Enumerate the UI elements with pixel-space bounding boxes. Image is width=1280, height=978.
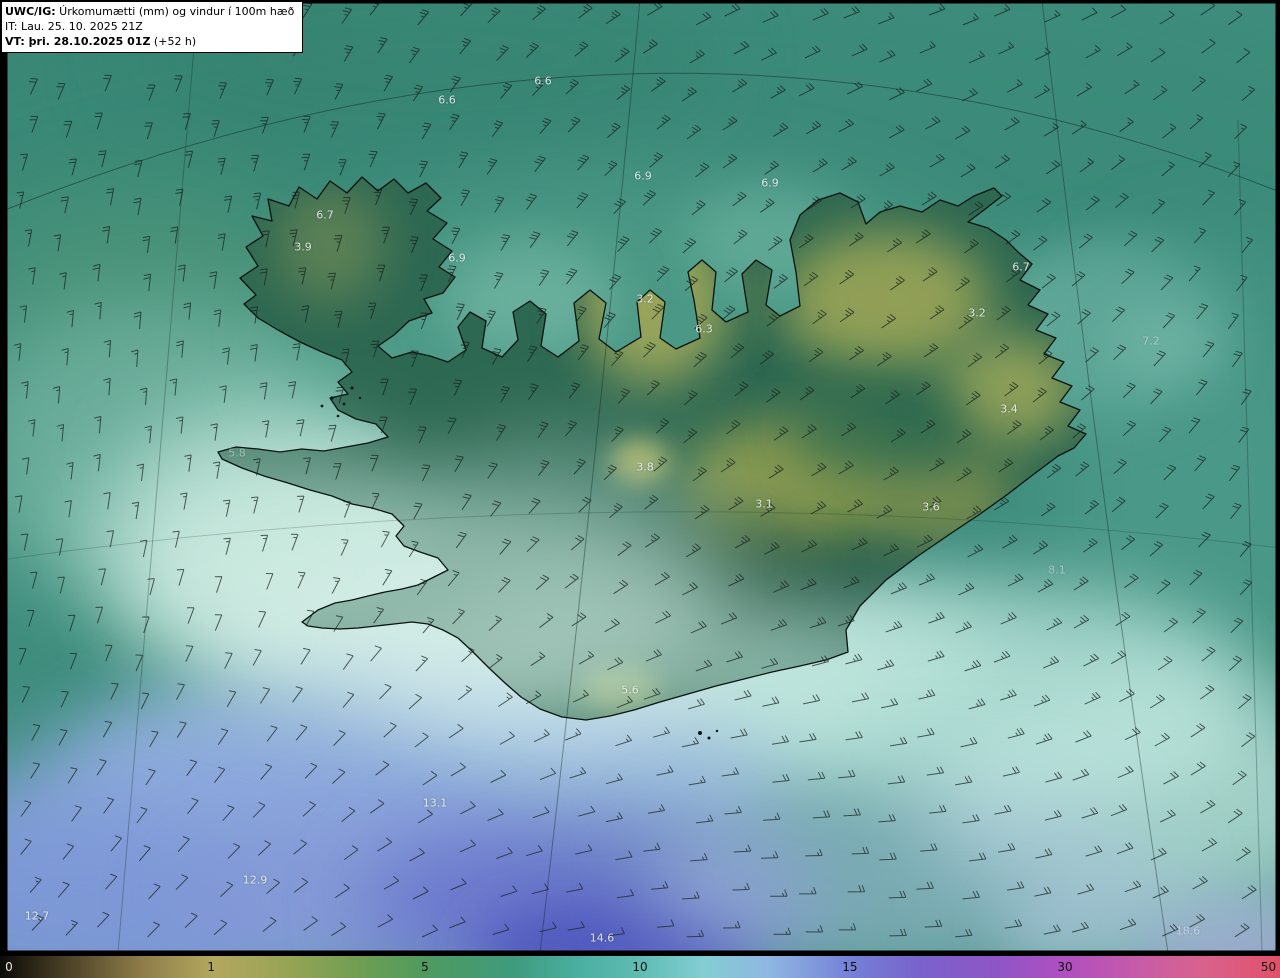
title-line-valid: VT: þri. 28.10.2025 01Z (+52 h) — [5, 34, 294, 49]
product-title: Úrkomumætti (mm) og vindur í 100m hæð — [55, 5, 295, 18]
valid-time: VT: þri. 28.10.2025 01Z — [5, 35, 151, 48]
valid-time-offset: (+52 h) — [150, 35, 197, 48]
colorbar-ticks: 0 1 5 10 15 30 50 — [0, 956, 1280, 978]
map-field — [6, 2, 1278, 953]
colorbar: 0 1 5 10 15 30 50 — [0, 955, 1280, 978]
colorbar-tick: 0 — [5, 959, 13, 974]
weather-map-stage: 6.6 6.6 6.9 6.9 6.7 3.9 6.9 3.2 6.3 6.7 3.2 7.2 3.4 5… — [0, 0, 1280, 978]
title-line-product: UWC/IG: Úrkomumætti (mm) og vindur í 100… — [5, 4, 294, 19]
colorbar-tick: 50 — [1260, 959, 1277, 974]
colorbar-tick: 1 — [207, 959, 216, 974]
colorbar-tick: 10 — [632, 959, 648, 974]
init-time: IT: Lau. 25. 10. 2025 21Z — [5, 20, 143, 33]
colorbar-tick: 15 — [842, 959, 858, 974]
colorbar-tick: 30 — [1057, 959, 1073, 974]
title-box: UWC/IG: Úrkomumætti (mm) og vindur í 100… — [1, 1, 304, 53]
product-label: UWC/IG: — [5, 5, 56, 18]
colorbar-tick: 5 — [421, 959, 429, 974]
weather-map — [0, 0, 1280, 955]
